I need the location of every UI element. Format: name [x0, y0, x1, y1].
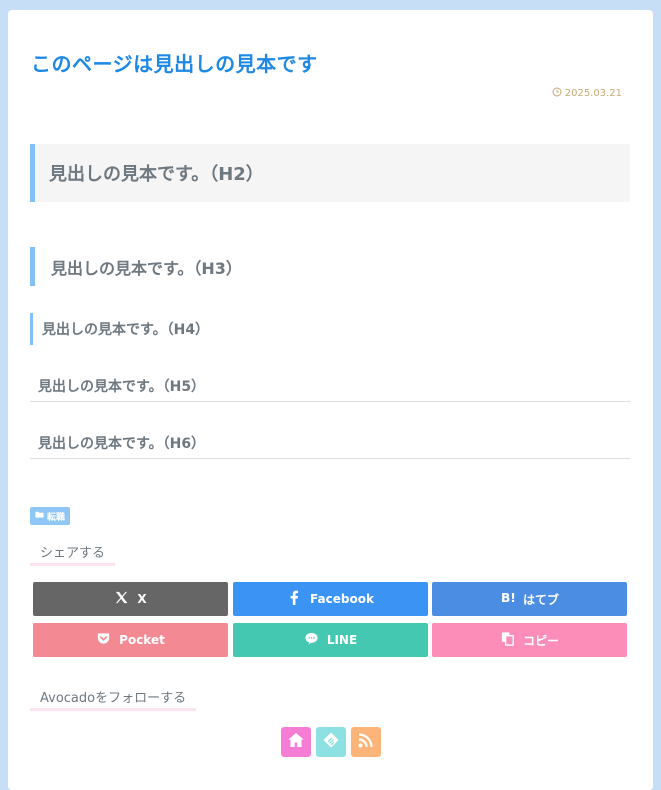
clock-icon: [552, 87, 562, 100]
pocket-icon: [96, 631, 111, 649]
heading-h4: 見出しの見本です。（H4）: [30, 313, 209, 345]
share-heading: シェアする: [30, 542, 116, 566]
share-facebook-label: Facebook: [310, 592, 374, 606]
category-badge[interactable]: 転職: [30, 507, 71, 525]
share-x-label: X: [137, 592, 147, 606]
share-copy-label: コピー: [522, 633, 559, 648]
rss-icon: [357, 731, 375, 753]
hatena-bookmark-icon: B!: [500, 590, 516, 608]
heading-h2: 見出しの見本です。（H2）: [30, 144, 630, 202]
heading-h5: 見出しの見本です。（H5）: [30, 370, 630, 402]
share-pocket-label: Pocket: [119, 633, 165, 647]
follow-icons: [281, 727, 381, 757]
heading-h3: 見出しの見本です。（H3）: [30, 247, 242, 286]
share-line-label: LINE: [326, 633, 358, 647]
line-icon: [304, 631, 319, 649]
article-card: このページは見出しの見本です 2025.03.21 見出しの見本です。（H2） …: [8, 10, 653, 790]
facebook-icon: [287, 590, 302, 608]
home-icon: [287, 731, 305, 753]
follow-heading: Avocadoをフォローする: [30, 687, 197, 711]
feedly-icon: [322, 731, 340, 753]
copy-icon: [500, 631, 515, 649]
follow-rss-button[interactable]: [351, 727, 381, 757]
share-copy-button[interactable]: コピー: [432, 623, 627, 657]
share-line-button[interactable]: LINE: [233, 623, 428, 657]
svg-text:B!: B!: [501, 591, 515, 605]
category-label: 転職: [47, 512, 66, 523]
post-date: 2025.03.21: [552, 87, 622, 100]
date-text: 2025.03.21: [564, 88, 622, 99]
share-x-button[interactable]: X: [33, 582, 228, 616]
share-facebook-button[interactable]: Facebook: [233, 582, 428, 616]
x-icon: [114, 590, 129, 608]
page-title: このページは見出しの見本です: [31, 52, 318, 76]
share-hatena-label: はてブ: [522, 592, 559, 607]
share-hatena-button[interactable]: B! はてブ: [432, 582, 627, 616]
follow-feedly-button[interactable]: [316, 727, 346, 757]
follow-home-button[interactable]: [281, 727, 311, 757]
folder-icon: [35, 510, 44, 522]
heading-h6: 見出しの見本です。（H6）: [30, 427, 630, 459]
share-pocket-button[interactable]: Pocket: [33, 623, 228, 657]
